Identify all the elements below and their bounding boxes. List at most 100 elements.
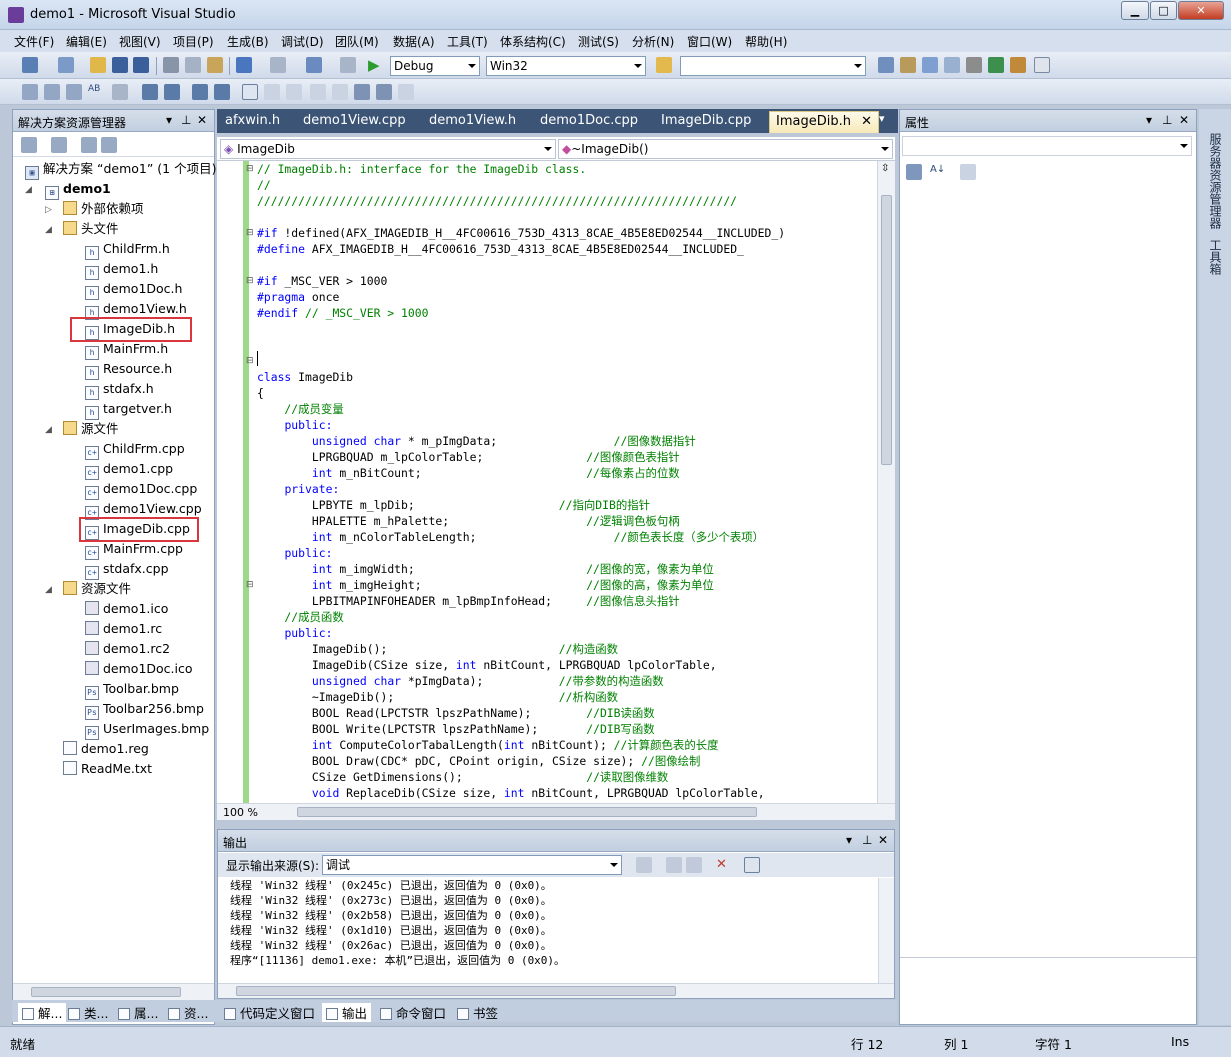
scroll-thumb[interactable] [297,807,757,817]
tree-header-files[interactable]: 头文件 [63,219,119,239]
scope-select[interactable]: ◈ ImageDib [220,139,556,159]
menu-edit[interactable]: 编辑(E) [66,33,107,50]
editor-horizontal-scrollbar[interactable]: 100 % [217,803,895,820]
save-all-icon[interactable] [133,57,149,73]
tree-file[interactable]: demo1Doc.ico [85,659,193,679]
collapse-arrow-icon[interactable]: ◢ [25,185,32,195]
maximize-button[interactable]: □ [1150,1,1177,20]
solution-platform-select[interactable]: Win32 [486,56,646,76]
collapse-arrow-icon[interactable]: ◢ [45,585,52,595]
toolbox-icon[interactable] [966,57,982,73]
navigate-forward-icon[interactable] [340,57,356,73]
display-object-member-list-icon[interactable] [22,84,38,100]
save-icon[interactable] [112,57,128,73]
toggle-bookmark-icon[interactable] [242,84,258,100]
menu-help[interactable]: 帮助(H) [745,33,787,50]
tree-file[interactable]: demo1.reg [63,739,149,759]
undo-icon[interactable] [236,57,252,73]
tree-file[interactable]: h demo1Doc.h [85,279,182,300]
member-select[interactable]: ◆~ImageDib() [558,139,893,159]
tab-afxwin-h[interactable]: afxwin.h [225,113,280,133]
menu-project[interactable]: 项目(P) [173,33,214,50]
uncomment-icon[interactable] [214,84,230,100]
toolbox-tab[interactable]: 工具箱 [1207,239,1224,275]
close-icon[interactable]: ✕ [1179,113,1189,127]
add-item-icon[interactable] [58,57,74,73]
dropdown-icon[interactable]: ▾ [1146,113,1152,127]
tree-file[interactable]: Ps UserImages.bmp [85,719,209,740]
next-bookmark-icon[interactable] [286,84,302,100]
tree-file[interactable]: demo1.ico [85,599,168,619]
solution-explorer-icon[interactable] [878,57,894,73]
clear-bookmarks-icon[interactable] [398,84,414,100]
tab-solution-explorer[interactable]: 解... [18,1003,67,1022]
tree-file[interactable]: c+ demo1View.cpp [85,499,202,520]
tab-code-definition[interactable]: 代码定义窗口 [224,1003,315,1022]
tree-file[interactable]: h targetver.h [85,399,172,420]
menu-analyze[interactable]: 分析(N) [632,33,674,50]
increase-indent-icon[interactable] [164,84,180,100]
property-pages-icon[interactable] [960,164,976,180]
tree-project-demo1[interactable]: ⊞ demo1 [45,179,111,200]
next-bookmark-in-document-icon[interactable] [376,84,392,100]
start-debugging-icon[interactable]: ▶ [368,57,384,73]
horizontal-scrollbar[interactable] [13,983,214,1000]
display-quick-info-icon[interactable] [66,84,82,100]
next-bookmark-in-folder-icon[interactable] [332,84,348,100]
close-button[interactable]: ✕ [1178,1,1224,20]
tree-external-deps[interactable]: 外部依赖项 [63,199,144,219]
server-explorer-tab[interactable]: 服务器资源管理器 [1207,133,1224,229]
pin-icon[interactable]: ⊥ [1162,113,1172,127]
comment-out-icon[interactable] [192,84,208,100]
outline-collapse-icon[interactable]: ⊟ [246,580,254,590]
tab-resource-view[interactable]: 资... [168,1003,208,1022]
scroll-thumb[interactable] [881,195,892,465]
start-page-icon[interactable] [988,57,1004,73]
dropdown-icon[interactable]: ▾ [846,833,852,847]
toggle-word-wrap-icon[interactable] [744,857,760,873]
menu-file[interactable]: 文件(F) [14,33,54,50]
tree-file[interactable]: c+ demo1Doc.cpp [85,479,197,500]
paste-icon[interactable] [207,57,223,73]
menu-tools[interactable]: 工具(T) [447,33,488,50]
menu-build[interactable]: 生成(B) [227,33,269,50]
menu-team[interactable]: 团队(M) [335,33,379,50]
extension-manager-icon[interactable] [1010,57,1026,73]
tree-source-files[interactable]: 源文件 [63,419,119,439]
outline-collapse-icon[interactable]: ⊟ [246,164,254,174]
tree-file[interactable]: c+ demo1.cpp [85,459,173,480]
tree-file[interactable]: ReadMe.txt [63,759,152,779]
categorized-icon[interactable] [906,164,922,180]
command-window-icon[interactable] [1034,57,1050,73]
previous-bookmark-icon[interactable] [264,84,280,100]
tab-output[interactable]: 输出 [322,1003,372,1022]
editor-vertical-scrollbar[interactable]: ⇳ [877,161,895,803]
tab-demo1view-cpp[interactable]: demo1View.cpp [303,113,406,133]
menu-test[interactable]: 测试(S) [578,33,619,50]
class-view-icon[interactable] [944,57,960,73]
tree-file[interactable]: h demo1View.h [85,299,187,320]
tab-property-manager[interactable]: 属... [118,1003,158,1022]
tab-command-window[interactable]: 命令窗口 [380,1003,446,1022]
find-message-icon[interactable] [636,857,652,873]
outline-collapse-icon[interactable]: ⊟ [246,356,254,366]
previous-message-icon[interactable] [666,857,682,873]
split-icon[interactable]: ⇳ [881,163,889,174]
tree-file[interactable]: c+ stdafx.cpp [85,559,169,580]
tree-file[interactable]: Ps Toolbar256.bmp [85,699,204,720]
output-horizontal-scrollbar[interactable] [218,983,894,998]
menu-window[interactable]: 窗口(W) [687,33,732,50]
new-project-icon[interactable] [22,57,38,73]
menu-debug[interactable]: 调试(D) [281,33,324,50]
tree-file[interactable]: h demo1.h [85,259,158,280]
show-all-files-icon[interactable] [51,137,67,153]
close-icon[interactable]: ✕ [878,833,888,847]
tab-class-view[interactable]: 类... [68,1003,108,1022]
zoom-level[interactable]: 100 % [223,806,258,819]
tab-overflow-icon[interactable]: ▾ [879,112,885,132]
outline-collapse-icon[interactable]: ⊟ [246,276,254,286]
find-in-files-icon[interactable] [656,57,672,73]
tree-file[interactable]: Ps Toolbar.bmp [85,679,179,700]
menu-architecture[interactable]: 体系结构(C) [500,33,566,50]
find-combo[interactable] [680,56,866,76]
